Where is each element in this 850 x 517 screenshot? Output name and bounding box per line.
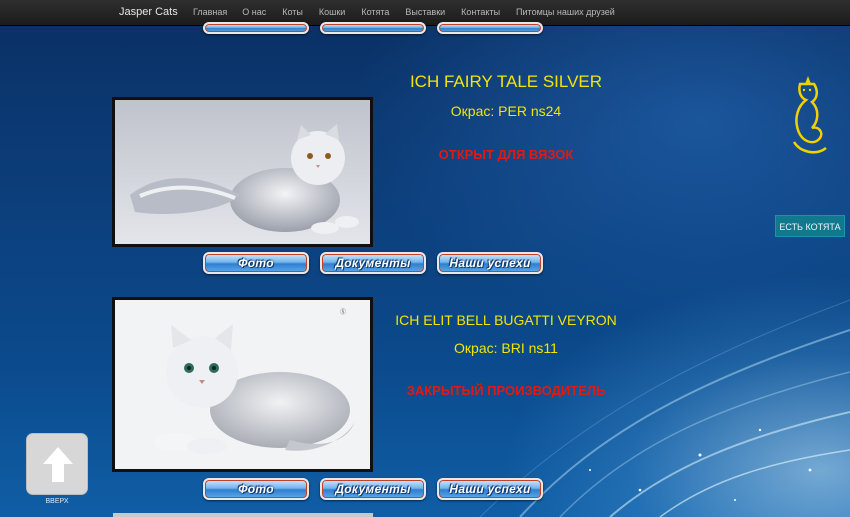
nav-menu: Главная О нас Коты Кошки Котята Выставки… [193, 7, 631, 17]
nav-item-shows[interactable]: Выставки [405, 7, 445, 17]
cat-photo-bugatti-veyron[interactable]: Ⓢ [112, 297, 373, 472]
arrow-up-icon [43, 447, 73, 482]
top-navbar: Jasper Cats Главная О нас Коты Кошки Кот… [0, 0, 850, 26]
british-cat-image: Ⓢ [115, 300, 370, 469]
documents-button-partial[interactable] [320, 22, 426, 34]
cat-color-text: Окрас: PER ns24 [450, 103, 562, 119]
photo-button[interactable]: Фото [203, 478, 309, 500]
site-brand[interactable]: Jasper Cats [119, 6, 178, 18]
documents-button[interactable]: Документы [320, 252, 426, 274]
nav-item-about[interactable]: О нас [242, 7, 266, 17]
cat-name: ICH ELIT BELL BUGATTI VEYRON [395, 312, 617, 328]
success-button-partial[interactable] [437, 22, 543, 34]
nav-item-contacts[interactable]: Контакты [461, 7, 500, 17]
nav-item-females[interactable]: Кошки [319, 7, 345, 17]
cat-color-text: Окрас: BRI ns11 [454, 340, 558, 356]
scroll-up-label: ВВЕРХ [45, 498, 69, 505]
persian-cat-image [115, 100, 370, 244]
nav-item-kittens[interactable]: Котята [361, 7, 389, 17]
photo-button-partial[interactable] [203, 22, 309, 34]
kittens-available-button[interactable]: ЕСТЬ КОТЯТА [775, 215, 845, 237]
cat-photo-fairy-tale-silver[interactable] [112, 97, 373, 247]
cat-status: ЗАКРЫТЫЙ ПРОИЗВОДИТЕЛЬ [406, 383, 606, 398]
scroll-up-button[interactable] [26, 433, 88, 495]
success-button[interactable]: Наши успехи [437, 478, 543, 500]
nav-item-friends-pets[interactable]: Питомцы наших друзей [516, 7, 615, 17]
cat-logo-icon [792, 76, 827, 154]
cat-status: ОТКРЫТ ДЛЯ ВЯЗОК [438, 147, 574, 162]
documents-button[interactable]: Документы [320, 478, 426, 500]
nav-item-home[interactable]: Главная [193, 7, 227, 17]
nav-item-males[interactable]: Коты [282, 7, 303, 17]
cat-name: ICH FAIRY TALE SILVER [409, 72, 603, 91]
photo-button[interactable]: Фото [203, 252, 309, 274]
photo-watermark: Ⓢ [340, 308, 346, 316]
next-photo-frame-edge [113, 513, 373, 517]
success-button[interactable]: Наши успехи [437, 252, 543, 274]
